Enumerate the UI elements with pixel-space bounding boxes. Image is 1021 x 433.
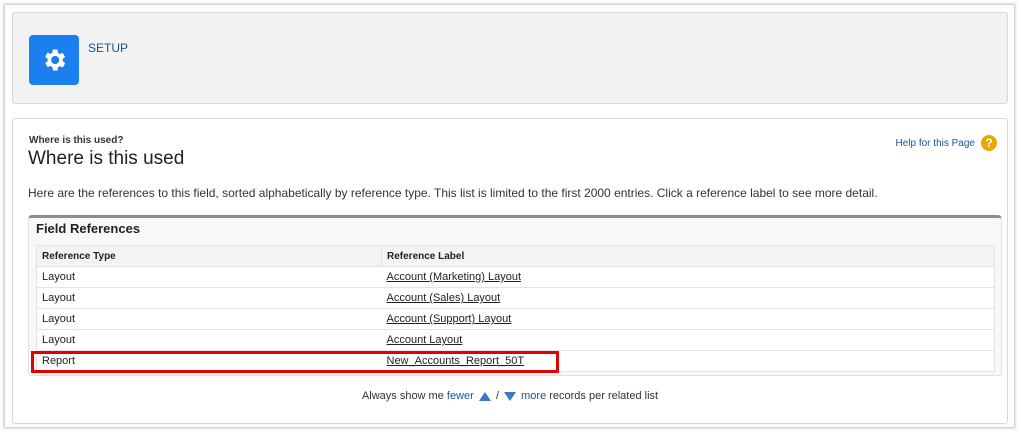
table-row: Layout Account (Support) Layout	[36, 308, 995, 330]
pager-suffix: records per related list	[549, 390, 659, 402]
reference-label-cell: Account (Sales) Layout	[381, 287, 995, 309]
reference-label-link[interactable]: New_Accounts_Report_50T	[387, 355, 525, 367]
help-for-page: Help for this Page ?	[896, 135, 997, 151]
table-row: Layout Account (Marketing) Layout	[36, 266, 995, 288]
table-header-row: Reference Type Reference Label	[36, 245, 995, 267]
reference-type-cell: Layout	[36, 266, 382, 288]
main-content: Where is this used? Where is this used H…	[12, 118, 1008, 424]
field-references-table: Reference Type Reference Label Layout Ac…	[36, 245, 995, 372]
page-eyebrow: Where is this used?	[29, 135, 124, 146]
table-row: Layout Account (Sales) Layout	[36, 287, 995, 309]
fewer-arrow-icon[interactable]	[478, 391, 491, 401]
reference-label-link[interactable]: Account Layout	[387, 334, 463, 346]
setup-header: SETUP	[12, 12, 1008, 104]
reference-type-cell: Report	[36, 350, 382, 372]
section-title: Field References	[36, 221, 141, 236]
reference-type-cell: Layout	[36, 308, 382, 330]
reference-label-link[interactable]: Account (Sales) Layout	[387, 292, 501, 304]
page-description: Here are the references to this field, s…	[28, 186, 878, 200]
reference-label-link[interactable]: Account (Support) Layout	[387, 313, 512, 325]
pager-separator: /	[495, 390, 499, 402]
page-title: Where is this used	[28, 148, 185, 169]
gear-icon	[45, 49, 66, 71]
reference-label-cell: Account (Support) Layout	[381, 308, 995, 330]
records-pager: Always show me fewer / more records per …	[13, 390, 1007, 402]
show-more-link[interactable]: more	[521, 390, 546, 402]
column-header-reference-label[interactable]: Reference Label	[381, 245, 995, 267]
window-frame: SETUP Where is this used? Where is this …	[4, 4, 1015, 428]
table-row: Report New_Accounts_Report_50T	[36, 350, 995, 372]
setup-link[interactable]: SETUP	[88, 41, 128, 55]
pager-prefix: Always show me	[361, 390, 444, 402]
reference-type-cell: Layout	[36, 329, 382, 351]
reference-label-cell: Account Layout	[381, 329, 995, 351]
table-row: Layout Account Layout	[36, 329, 995, 351]
reference-label-link[interactable]: Account (Marketing) Layout	[387, 271, 522, 283]
more-arrow-icon[interactable]	[504, 391, 517, 401]
reference-label-cell: New_Accounts_Report_50T	[381, 350, 995, 372]
help-link[interactable]: Help for this Page	[896, 138, 976, 149]
column-header-reference-type[interactable]: Reference Type	[36, 245, 382, 267]
reference-label-cell: Account (Marketing) Layout	[381, 266, 995, 288]
setup-tile[interactable]	[29, 35, 79, 85]
show-fewer-link[interactable]: fewer	[447, 390, 474, 402]
field-references-section: Field References Reference Type Referenc…	[28, 215, 1002, 376]
help-icon[interactable]: ?	[981, 135, 997, 151]
reference-type-cell: Layout	[36, 287, 382, 309]
